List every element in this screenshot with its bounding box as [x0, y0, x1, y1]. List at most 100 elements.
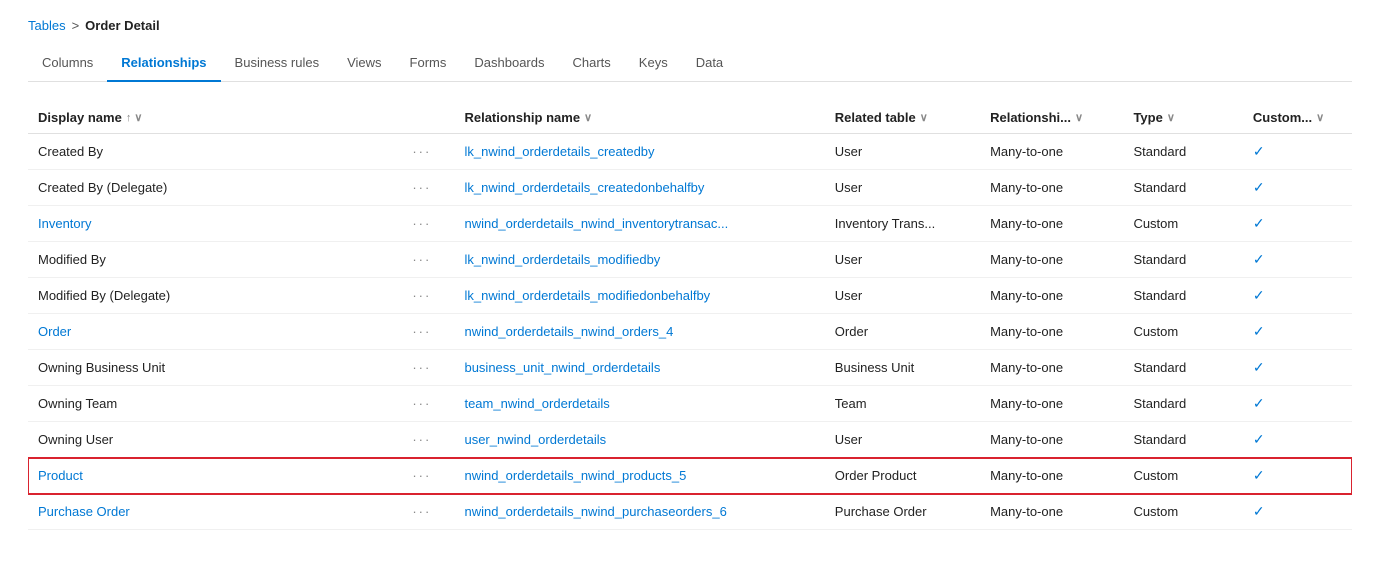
- display-name-cell: Created By (Delegate): [28, 170, 398, 206]
- tab-charts[interactable]: Charts: [559, 47, 625, 82]
- tab-bar: Columns Relationships Business rules Vie…: [28, 47, 1352, 82]
- relationship-name-cell[interactable]: nwind_orderdetails_nwind_orders_4: [454, 314, 824, 350]
- relationship-name-cell[interactable]: user_nwind_orderdetails: [454, 422, 824, 458]
- relationship-name-cell[interactable]: business_unit_nwind_orderdetails: [454, 350, 824, 386]
- customizable-cell: ✓: [1243, 422, 1352, 458]
- checkmark-icon: ✓: [1253, 395, 1265, 411]
- table-row[interactable]: Inventory ···nwind_orderdetails_nwind_inv…: [28, 206, 1352, 242]
- customizable-cell: ✓: [1243, 206, 1352, 242]
- type-cell: Standard: [1123, 278, 1242, 314]
- tab-relationships[interactable]: Relationships: [107, 47, 220, 82]
- col-header-display-name[interactable]: Display name ↑ ∨: [28, 102, 398, 134]
- row-menu-dots[interactable]: ···: [398, 278, 454, 314]
- customizable-cell: ✓: [1243, 170, 1352, 206]
- relationship-name-cell[interactable]: team_nwind_orderdetails: [454, 386, 824, 422]
- customizable-cell: ✓: [1243, 278, 1352, 314]
- table-row[interactable]: Owning Team···team_nwind_orderdetailsTea…: [28, 386, 1352, 422]
- table-row[interactable]: Created By (Delegate)···lk_nwind_orderde…: [28, 170, 1352, 206]
- row-menu-dots[interactable]: ···: [398, 242, 454, 278]
- tab-data[interactable]: Data: [682, 47, 737, 82]
- type-cell: Standard: [1123, 170, 1242, 206]
- breadcrumb: Tables > Order Detail: [28, 18, 1352, 33]
- table-row[interactable]: Modified By···lk_nwind_orderdetails_modi…: [28, 242, 1352, 278]
- relationship-type-cell: Many-to-one: [980, 170, 1123, 206]
- display-name-cell: Owning Team: [28, 386, 398, 422]
- related-table-cell: Order Product: [825, 458, 980, 494]
- col-header-type[interactable]: Type ∨: [1123, 102, 1242, 134]
- relationship-type-cell: Many-to-one: [980, 206, 1123, 242]
- relationship-type-cell: Many-to-one: [980, 386, 1123, 422]
- type-cell: Standard: [1123, 350, 1242, 386]
- related-table-cell: Inventory Trans...: [825, 206, 980, 242]
- relationship-type-cell: Many-to-one: [980, 458, 1123, 494]
- row-menu-dots[interactable]: ···: [398, 314, 454, 350]
- related-table-cell: User: [825, 242, 980, 278]
- table-row[interactable]: Modified By (Delegate)···lk_nwind_orderd…: [28, 278, 1352, 314]
- relationships-table-wrapper: Display name ↑ ∨ Relationship name ∨: [28, 102, 1352, 530]
- tab-forms[interactable]: Forms: [396, 47, 461, 82]
- related-table-cell: User: [825, 170, 980, 206]
- row-menu-dots[interactable]: ···: [398, 350, 454, 386]
- relationship-type-cell: Many-to-one: [980, 350, 1123, 386]
- relationship-name-cell[interactable]: lk_nwind_orderdetails_modifiedby: [454, 242, 824, 278]
- tab-views[interactable]: Views: [333, 47, 395, 82]
- type-cell: Custom: [1123, 206, 1242, 242]
- related-table-cell: Team: [825, 386, 980, 422]
- col-header-relationship-name[interactable]: Relationship name ∨: [454, 102, 824, 134]
- relationship-name-cell[interactable]: lk_nwind_orderdetails_createdonbehalfby: [454, 170, 824, 206]
- type-cell: Standard: [1123, 134, 1242, 170]
- sort-icon-custom: ∨: [1316, 111, 1324, 124]
- display-name-cell: Owning User: [28, 422, 398, 458]
- related-table-cell: User: [825, 422, 980, 458]
- col-header-relationship-type[interactable]: Relationshi... ∨: [980, 102, 1123, 134]
- row-menu-dots[interactable]: ···: [398, 134, 454, 170]
- relationship-name-cell[interactable]: lk_nwind_orderdetails_modifiedonbehalfby: [454, 278, 824, 314]
- checkmark-icon: ✓: [1253, 323, 1265, 339]
- relationship-type-cell: Many-to-one: [980, 278, 1123, 314]
- row-menu-dots[interactable]: ···: [398, 206, 454, 242]
- tab-keys[interactable]: Keys: [625, 47, 682, 82]
- relationship-name-cell[interactable]: nwind_orderdetails_nwind_inventorytransa…: [454, 206, 824, 242]
- breadcrumb-tables[interactable]: Tables: [28, 18, 66, 33]
- table-row[interactable]: Owning Business Unit···business_unit_nwi…: [28, 350, 1352, 386]
- customizable-cell: ✓: [1243, 458, 1352, 494]
- table-row[interactable]: Purchase Order ···nwind_orderdetails_nwin…: [28, 494, 1352, 530]
- tab-business-rules[interactable]: Business rules: [221, 47, 334, 82]
- row-menu-dots[interactable]: ···: [398, 458, 454, 494]
- row-menu-dots[interactable]: ···: [398, 494, 454, 530]
- display-name-link[interactable]: Inventory: [38, 216, 91, 231]
- display-name-link[interactable]: Product: [38, 468, 83, 483]
- row-menu-dots[interactable]: ···: [398, 422, 454, 458]
- type-cell: Standard: [1123, 422, 1242, 458]
- sort-icon-type: ∨: [1167, 111, 1175, 124]
- display-name-link[interactable]: Purchase Order: [38, 504, 130, 519]
- tab-dashboards[interactable]: Dashboards: [460, 47, 558, 82]
- table-row[interactable]: Created By···lk_nwind_orderdetails_creat…: [28, 134, 1352, 170]
- relationship-name-cell[interactable]: nwind_orderdetails_nwind_purchaseorders_…: [454, 494, 824, 530]
- checkmark-icon: ✓: [1253, 179, 1265, 195]
- customizable-cell: ✓: [1243, 242, 1352, 278]
- col-header-custom[interactable]: Custom... ∨: [1243, 102, 1352, 134]
- display-name-link[interactable]: Order: [38, 324, 71, 339]
- checkmark-icon: ✓: [1253, 215, 1265, 231]
- table-row[interactable]: Order ···nwind_orderdetails_nwind_orders_…: [28, 314, 1352, 350]
- row-menu-dots[interactable]: ···: [398, 170, 454, 206]
- row-menu-dots[interactable]: ···: [398, 386, 454, 422]
- relationship-type-cell: Many-to-one: [980, 242, 1123, 278]
- checkmark-icon: ✓: [1253, 467, 1265, 483]
- relationship-name-cell[interactable]: nwind_orderdetails_nwind_products_5: [454, 458, 824, 494]
- main-container: Tables > Order Detail Columns Relationsh…: [0, 0, 1380, 570]
- checkmark-icon: ✓: [1253, 251, 1265, 267]
- table-row[interactable]: Owning User···user_nwind_orderdetailsUse…: [28, 422, 1352, 458]
- type-cell: Standard: [1123, 386, 1242, 422]
- tab-columns[interactable]: Columns: [28, 47, 107, 82]
- checkmark-icon: ✓: [1253, 503, 1265, 519]
- breadcrumb-sep: >: [72, 18, 80, 33]
- type-cell: Standard: [1123, 242, 1242, 278]
- table-row[interactable]: Product ···nwind_orderdetails_nwind_produ…: [28, 458, 1352, 494]
- relationship-name-cell[interactable]: lk_nwind_orderdetails_createdby: [454, 134, 824, 170]
- col-header-related-table[interactable]: Related table ∨: [825, 102, 980, 134]
- related-table-cell: User: [825, 134, 980, 170]
- customizable-cell: ✓: [1243, 350, 1352, 386]
- display-name-cell: Owning Business Unit: [28, 350, 398, 386]
